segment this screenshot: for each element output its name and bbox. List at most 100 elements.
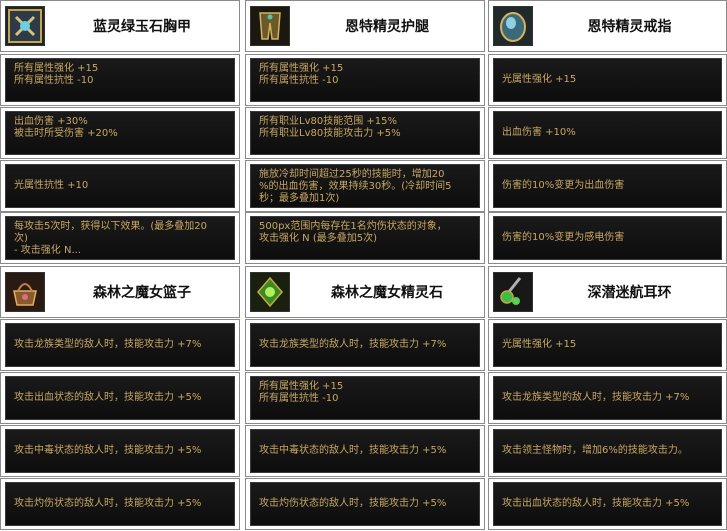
stat-line: 秒；最多叠加1次) <box>259 193 340 204</box>
stat-line: 光属性强化 +15 <box>502 74 577 85</box>
spirit-stone-icon <box>250 272 290 312</box>
stat-cell: 所有属性强化 +15 所有属性抗性 -10 <box>245 372 485 424</box>
equipment-table: 蓝灵绿玉石胸甲 所有属性强化 +15 所有属性抗性 -10 出血伤害 +30% 被击时所… <box>0 0 727 531</box>
stat-line: 攻击中毒状态的敌人时，技能攻击力 +5% <box>259 445 447 456</box>
stat-panel: 攻击龙族类型的敌人时，技能攻击力 +7% <box>5 323 235 367</box>
stat-panel: 攻击出血状态的敌人时，技能攻击力 +5% <box>493 482 722 526</box>
stat-cell: 攻击中毒状态的敌人时，技能攻击力 +5% <box>0 425 240 477</box>
stat-line: 光属性抗性 +10 <box>14 180 89 191</box>
stat-line: 攻击出血状态的敌人时，技能攻击力 +5% <box>502 498 690 509</box>
stat-panel: 光属性抗性 +10 <box>5 164 235 208</box>
basket-icon <box>5 272 45 312</box>
stat-line: 所有属性抗性 -10 <box>259 75 339 86</box>
item-title: 蓝灵绿玉石胸甲 <box>93 19 191 35</box>
stat-panel: 所有属性强化 +15 所有属性抗性 -10 <box>250 58 480 102</box>
stat-cell: 攻击龙族类型的敌人时，技能攻击力 +7% <box>245 319 485 371</box>
item-title: 深潜迷航耳环 <box>587 285 672 301</box>
stat-panel: 攻击中毒状态的敌人时，技能攻击力 +5% <box>5 429 235 473</box>
stat-cell: 攻击中毒状态的敌人时，技能攻击力 +5% <box>245 425 485 477</box>
stat-line: %的出血伤害，效果持续30秒。(冷却时间5 <box>259 181 452 192</box>
stat-line: 被击时所受伤害 +20% <box>14 128 118 139</box>
stat-cell: 每攻击5次时，获得以下效果。(最多叠加20 次) - 攻击强化 N... <box>0 212 240 264</box>
stat-line: 攻击灼伤状态的敌人时，技能攻击力 +5% <box>259 498 447 509</box>
stat-panel: 每攻击5次时，获得以下效果。(最多叠加20 次) - 攻击强化 N... <box>5 216 235 260</box>
leggings-icon <box>250 6 290 46</box>
earring-icon <box>493 272 533 312</box>
stat-cell: 所有职业Lv80技能范围 +15% 所有职业Lv80技能攻击力 +5% <box>245 107 485 159</box>
stat-panel: 所有属性强化 +15 所有属性抗性 -10 <box>250 376 480 420</box>
stat-line: - 攻击强化 N... <box>14 245 81 256</box>
stat-panel: 攻击出血状态的敌人时，技能攻击力 +5% <box>5 376 235 420</box>
stat-cell: 出血伤害 +10% <box>488 107 727 159</box>
stat-panel: 施放冷却时间超过25秒的技能时，增加20 %的出血伤害，效果持续30秒。(冷却时间… <box>250 164 480 208</box>
stat-line: 次) <box>14 233 28 244</box>
stat-panel: 伤害的10%变更为感电伤害 <box>493 216 722 260</box>
stat-line: 攻击灼伤状态的敌人时，技能攻击力 +5% <box>14 498 202 509</box>
stat-line: 所有属性抗性 -10 <box>259 393 339 404</box>
stat-line: 伤害的10%变更为感电伤害 <box>502 232 625 243</box>
stat-line: 攻击中毒状态的敌人时，技能攻击力 +5% <box>14 445 202 456</box>
stat-panel: 攻击领主怪物时，增加6%的技能攻击力。 <box>493 429 722 473</box>
stat-panel: 光属性强化 +15 <box>493 323 722 367</box>
stat-cell: 攻击龙族类型的敌人时，技能攻击力 +7% <box>488 372 727 424</box>
stat-cell: 所有属性强化 +15 所有属性抗性 -10 <box>0 54 240 106</box>
stat-line: 所有属性强化 +15 <box>259 63 344 74</box>
item-header: 恩特精灵护腿 <box>245 0 485 52</box>
item-title: 恩特精灵护腿 <box>345 19 429 35</box>
stat-line: 所有职业Lv80技能攻击力 +5% <box>259 128 401 139</box>
stat-panel: 攻击灼伤状态的敌人时，技能攻击力 +5% <box>5 482 235 526</box>
stat-cell: 光属性强化 +15 <box>488 319 727 371</box>
item-header: 蓝灵绿玉石胸甲 <box>0 0 240 52</box>
stat-panel: 攻击灼伤状态的敌人时，技能攻击力 +5% <box>250 482 480 526</box>
stat-line: 攻击龙族类型的敌人时，技能攻击力 +7% <box>259 339 447 350</box>
stat-cell: 施放冷却时间超过25秒的技能时，增加20 %的出血伤害，效果持续30秒。(冷却时间… <box>245 160 485 212</box>
stat-panel: 出血伤害 +10% <box>493 111 722 155</box>
stat-line: 施放冷却时间超过25秒的技能时，增加20 <box>259 169 445 180</box>
stat-line: 伤害的10%变更为出血伤害 <box>502 180 625 191</box>
stat-panel: 攻击龙族类型的敌人时，技能攻击力 +7% <box>493 376 722 420</box>
chestplate-icon <box>5 6 45 46</box>
stat-cell: 攻击出血状态的敌人时，技能攻击力 +5% <box>0 372 240 424</box>
stat-line: 所有职业Lv80技能范围 +15% <box>259 116 397 127</box>
stat-cell: 伤害的10%变更为出血伤害 <box>488 160 727 212</box>
item-header: 森林之魔女篮子 <box>0 266 240 318</box>
stat-line: 500px范围内每存在1名灼伤状态的对象， <box>259 221 447 232</box>
stat-panel: 所有职业Lv80技能范围 +15% 所有职业Lv80技能攻击力 +5% <box>250 111 480 155</box>
stat-cell: 伤害的10%变更为感电伤害 <box>488 212 727 264</box>
item-header: 森林之魔女精灵石 <box>245 266 485 318</box>
stat-line: 所有属性抗性 -10 <box>14 75 94 86</box>
stat-panel: 出血伤害 +30% 被击时所受伤害 +20% <box>5 111 235 155</box>
item-title: 恩特精灵戒指 <box>587 19 672 35</box>
stat-cell: 攻击龙族类型的敌人时，技能攻击力 +7% <box>0 319 240 371</box>
stat-panel: 伤害的10%变更为出血伤害 <box>493 164 722 208</box>
stat-panel: 所有属性强化 +15 所有属性抗性 -10 <box>5 58 235 102</box>
stat-cell: 光属性抗性 +10 <box>0 160 240 212</box>
stat-panel: 攻击中毒状态的敌人时，技能攻击力 +5% <box>250 429 480 473</box>
stat-cell: 出血伤害 +30% 被击时所受伤害 +20% <box>0 107 240 159</box>
stat-panel: 攻击龙族类型的敌人时，技能攻击力 +7% <box>250 323 480 367</box>
stat-line: 光属性强化 +15 <box>502 339 577 350</box>
stat-line: 攻击强化 N (最多叠加5次) <box>259 233 378 244</box>
item-header: 深潜迷航耳环 <box>488 266 727 318</box>
stat-cell: 500px范围内每存在1名灼伤状态的对象， 攻击强化 N (最多叠加5次) <box>245 212 485 264</box>
stat-line: 出血伤害 +30% <box>14 116 88 127</box>
stat-line: 所有属性强化 +15 <box>259 381 344 392</box>
stat-cell: 攻击领主怪物时，增加6%的技能攻击力。 <box>488 425 727 477</box>
stat-line: 所有属性强化 +15 <box>14 63 99 74</box>
item-title: 森林之魔女精灵石 <box>331 285 443 301</box>
item-title: 森林之魔女篮子 <box>93 285 191 301</box>
stat-cell: 攻击出血状态的敌人时，技能攻击力 +5% <box>488 478 727 530</box>
ring-icon <box>493 6 533 46</box>
stat-line: 攻击龙族类型的敌人时，技能攻击力 +7% <box>14 339 202 350</box>
stat-line: 攻击龙族类型的敌人时，技能攻击力 +7% <box>502 392 690 403</box>
stat-line: 出血伤害 +10% <box>502 127 576 138</box>
item-header: 恩特精灵戒指 <box>488 0 727 52</box>
stat-panel: 光属性强化 +15 <box>493 58 722 102</box>
stat-cell: 光属性强化 +15 <box>488 54 727 106</box>
stat-cell: 所有属性强化 +15 所有属性抗性 -10 <box>245 54 485 106</box>
stat-line: 每攻击5次时，获得以下效果。(最多叠加20 <box>14 221 207 232</box>
stat-line: 攻击领主怪物时，增加6%的技能攻击力。 <box>502 445 688 456</box>
stat-cell: 攻击灼伤状态的敌人时，技能攻击力 +5% <box>0 478 240 530</box>
stat-cell: 攻击灼伤状态的敌人时，技能攻击力 +5% <box>245 478 485 530</box>
stat-line: 攻击出血状态的敌人时，技能攻击力 +5% <box>14 392 202 403</box>
